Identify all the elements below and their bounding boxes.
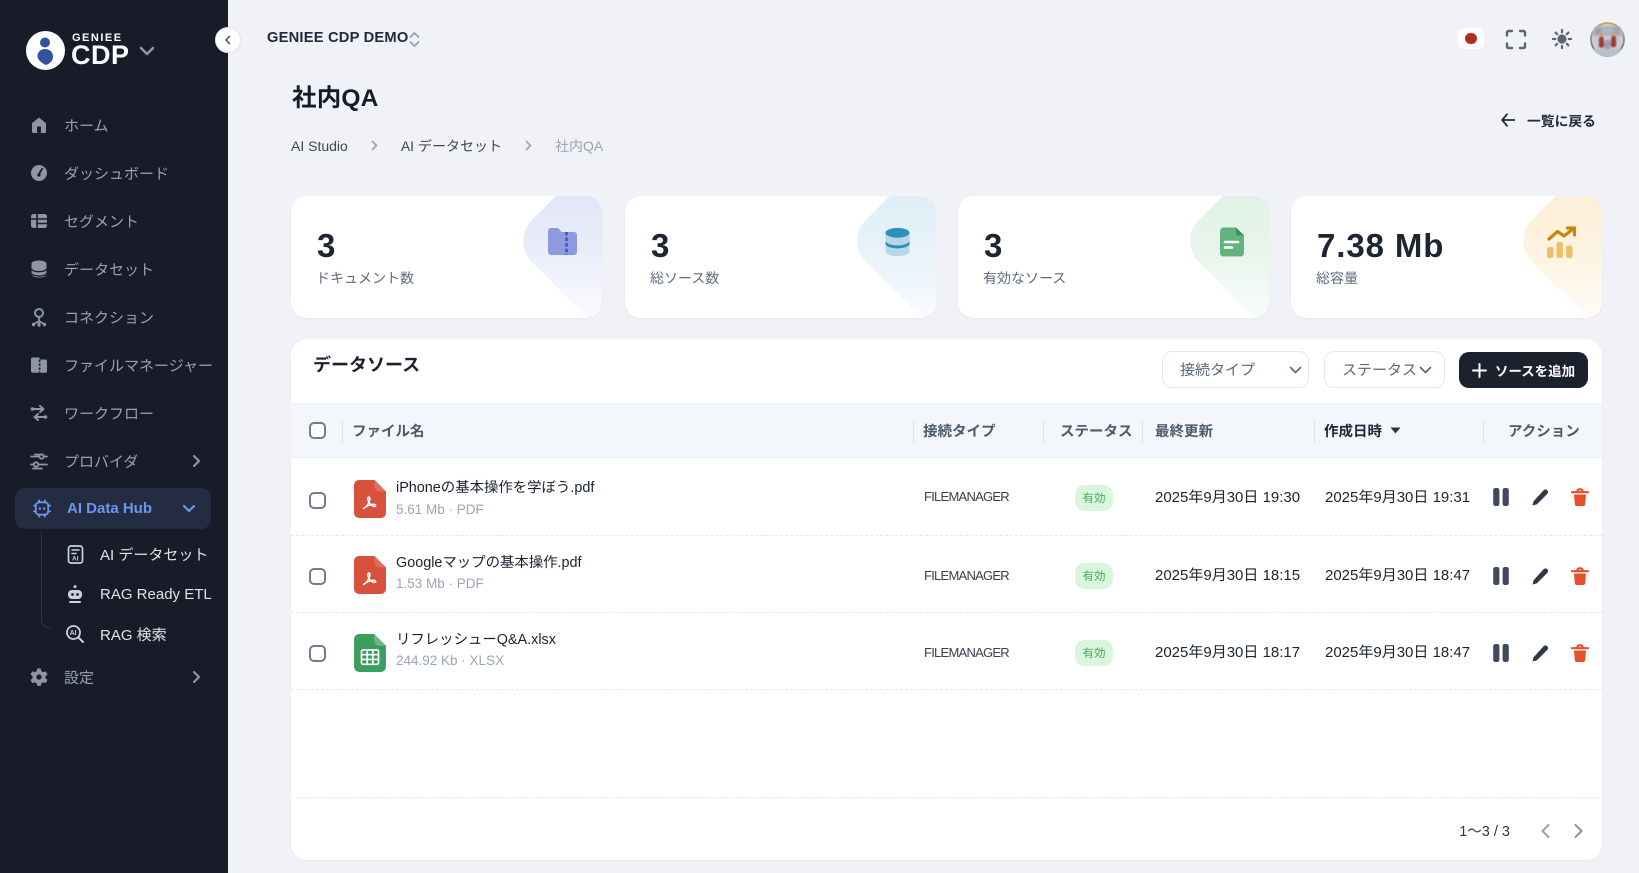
svg-text:AI: AI — [72, 555, 79, 562]
svg-text:AI: AI — [70, 630, 77, 637]
